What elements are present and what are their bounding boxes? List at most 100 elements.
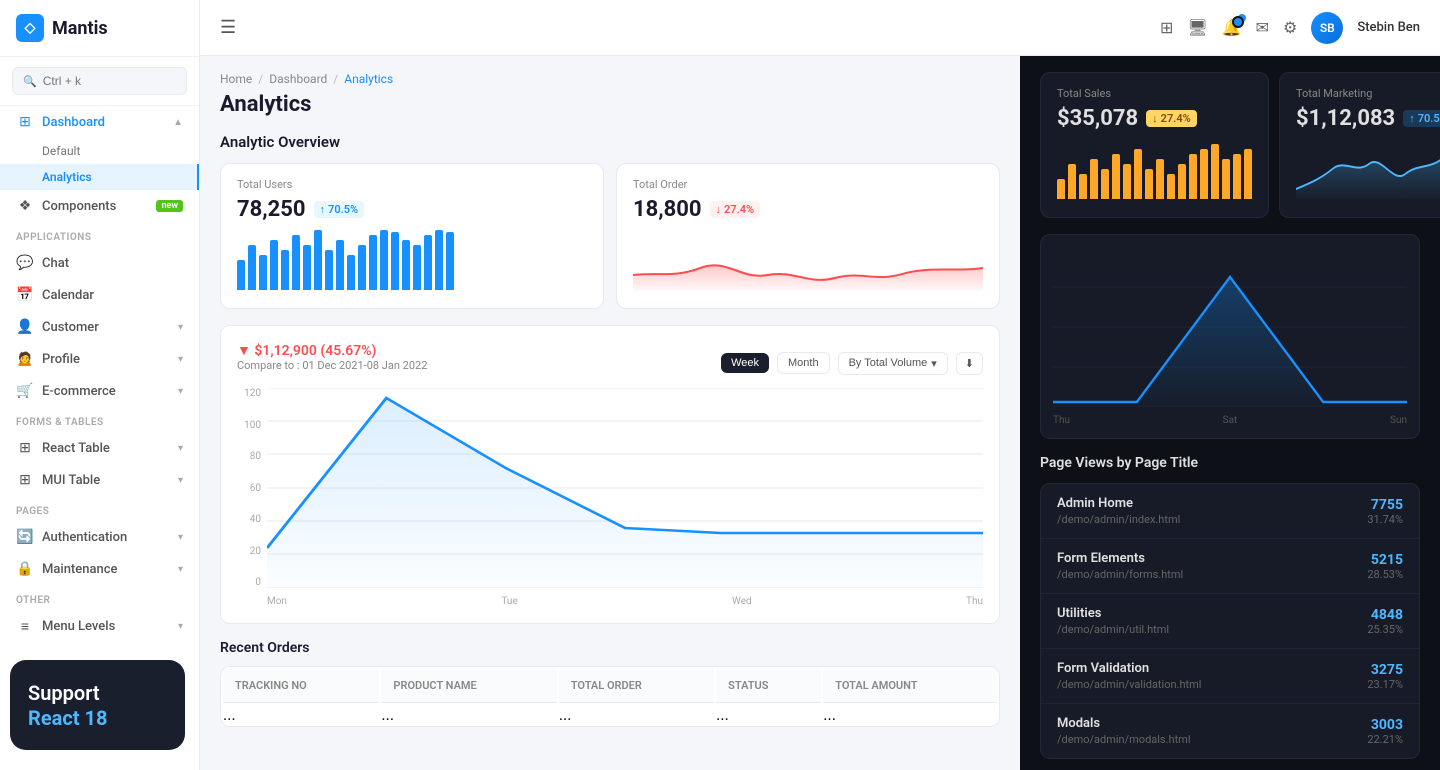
pv-right: 5215 28.53% [1367,552,1403,581]
hamburger-icon[interactable]: ☰ [220,17,236,38]
sidebar-item-dashboard[interactable]: ⊞ Dashboard ▲ [0,106,199,138]
stat-badge-users: ↑ 70.5% [314,201,365,218]
pv-url: /demo/admin/validation.html [1057,678,1201,691]
left-panel: Home / Dashboard / Analytics Analytics A… [200,56,1020,770]
pv-percent: 25.35% [1367,623,1403,636]
sidebar-item-customer[interactable]: 👤 Customer ▾ [0,311,199,343]
section-applications: Applications [0,222,199,247]
bar [303,245,311,290]
sidebar-item-authentication[interactable]: 🔄 Authentication ▾ [0,521,199,553]
income-value: ▼ $1,12,900 (45.67%) [237,342,427,359]
pv-percent: 22.21% [1367,733,1403,746]
table-icon: ⊞ [16,440,34,456]
chevron-down-icon: ▾ [178,322,183,333]
y-label: 100 [237,420,261,431]
stat-badge-marketing: ↑ 70.5% [1403,110,1440,127]
sidebar-item-menu-levels[interactable]: ≡ Menu Levels ▾ [0,610,199,643]
bell-icon[interactable]: 🔔 [1222,18,1242,37]
sidebar-subitem-analytics[interactable]: Analytics [0,164,199,190]
bar [281,250,289,290]
pv-percent: 23.17% [1367,678,1403,691]
sidebar-item-mui-table[interactable]: ⊞ MUI Table ▾ [0,464,199,496]
bar [424,235,432,290]
page-views-title: Page Views by Page Title [1040,455,1420,471]
arrow-down-icon: ▼ [237,343,251,359]
bar [1134,149,1142,199]
sidebar-item-label: E-commerce [42,384,116,399]
sidebar-item-ecommerce[interactable]: 🛒 E-commerce ▾ [0,375,199,407]
sidebar-item-label: Chat [42,256,69,271]
pv-value: 3275 [1367,662,1403,678]
stat-badge-sales: ↓ 27.4% [1146,110,1197,127]
breadcrumb-sep: / [333,72,338,86]
search-input[interactable] [43,74,176,88]
volume-button[interactable]: By Total Volume ▾ [838,352,948,375]
breadcrumb-dashboard[interactable]: Dashboard [269,72,327,86]
bar [237,260,245,290]
arrow-down-icon: ↓ [716,203,722,216]
sidebar-item-maintenance[interactable]: 🔒 Maintenance ▾ [0,553,199,585]
logo-icon: ◇ [16,14,44,42]
bar [1189,154,1197,199]
bar [380,230,388,290]
breadcrumb-home[interactable]: Home [220,72,252,86]
income-header-left: ▼ $1,12,900 (45.67%) Compare to : 01 Dec… [237,342,427,384]
bar [1156,159,1164,199]
pv-row: Form Validation /demo/admin/validation.h… [1041,649,1419,704]
app-name: Mantis [52,18,108,39]
auth-icon: 🔄 [16,529,34,545]
bar [391,232,399,290]
week-button[interactable]: Week [721,353,769,373]
monitor-icon[interactable]: 🖥 [1187,18,1207,37]
area-chart-orders [633,230,983,290]
pv-value: 7755 [1367,497,1403,513]
sidebar-subitem-default[interactable]: Default [0,138,199,164]
bar [292,235,300,290]
settings-icon[interactable]: ⚙ [1283,18,1297,37]
search-box[interactable]: 🔍 [12,67,187,95]
month-button[interactable]: Month [777,352,830,374]
stat-card-marketing: Total Marketing $1,12,083 ↑ 70.5% [1279,72,1440,218]
cell: ... [381,705,556,724]
sidebar-item-label: Profile [42,352,80,367]
sidebar-item-react-table[interactable]: ⊞ React Table ▾ [0,432,199,464]
topbar: ☰ ⊞ 🖥 🔔 ✉ ⚙ SB Stebin Ben [200,0,1440,56]
download-button[interactable]: ⬇ [956,352,983,375]
bar-chart-users [237,230,587,290]
pv-percent: 31.74% [1367,513,1403,526]
sidebar-subitem-label: Analytics [42,170,92,184]
sidebar-item-label: Authentication [42,530,127,545]
pv-info: Form Validation /demo/admin/validation.h… [1057,661,1201,691]
sidebar-item-components[interactable]: ❖ Components new [0,190,199,222]
chat-icon: 💬 [16,255,34,271]
pv-right: 3275 23.17% [1367,662,1403,691]
bar [358,245,366,290]
notification-badge [1238,14,1246,22]
income-overview-card: ▼ $1,12,900 (45.67%) Compare to : 01 Dec… [220,325,1000,624]
ecommerce-icon: 🛒 [16,383,34,399]
bar [1222,159,1230,199]
support-text1: Support [28,680,167,706]
page-title: Analytics [220,92,1000,117]
mail-icon[interactable]: ✉ [1256,18,1269,37]
bar [1244,149,1252,199]
grid-icon[interactable]: ⊞ [1160,18,1173,37]
pv-url: /demo/admin/util.html [1057,623,1169,636]
section-forms-tables: Forms & Tables [0,407,199,432]
stat-cards-light: Total Users 78,250 ↑ 70.5% [220,163,1000,309]
stat-cards-dark: Total Sales $35,078 ↓ 27.4% [1040,72,1420,218]
section-pages: Pages [0,496,199,521]
sidebar-item-profile[interactable]: 🙍 Profile ▾ [0,343,199,375]
pv-title: Form Validation [1057,661,1201,676]
y-label: 0 [237,577,261,588]
income-compare: Compare to : 01 Dec 2021-08 Jan 2022 [237,359,427,372]
badge-value: 27.4% [724,203,754,216]
dark-chart-card: Thu Sat Sun [1040,234,1420,439]
col-tracking: TRACKING NO [223,669,379,703]
sidebar-item-calendar[interactable]: 📅 Calendar [0,279,199,311]
stat-card-users: Total Users 78,250 ↑ 70.5% [220,163,604,309]
sidebar-item-chat[interactable]: 💬 Chat [0,247,199,279]
support-popup[interactable]: Support React 18 [10,660,185,750]
bar [1178,164,1186,199]
pv-url: /demo/admin/modals.html [1057,733,1191,746]
